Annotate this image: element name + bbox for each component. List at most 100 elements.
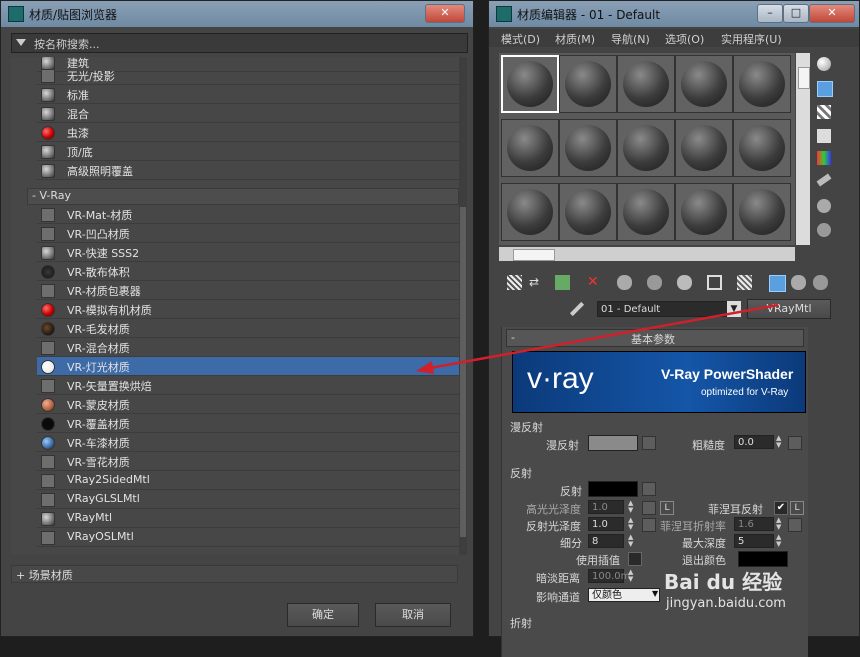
list-item[interactable]: VRayMtl [37, 509, 461, 528]
material-id-icon[interactable] [707, 275, 722, 290]
reset-map-icon[interactable]: ✕ [587, 275, 602, 290]
minimize-button[interactable]: – [757, 4, 783, 23]
sample-type-icon[interactable] [817, 57, 831, 71]
close-button[interactable]: ✕ [425, 4, 465, 23]
select-by-material-icon[interactable] [817, 223, 831, 237]
make-unique-icon[interactable] [647, 275, 662, 290]
eyedropper-icon[interactable] [569, 301, 585, 317]
hilight-lock-button[interactable]: L [660, 501, 674, 515]
chevron-down-icon[interactable]: ▼ [652, 589, 658, 598]
fresnel-ior-map-button[interactable] [788, 518, 802, 532]
sample-slot[interactable] [617, 183, 675, 241]
menu-material[interactable]: 材质(M) [555, 31, 595, 47]
list-item[interactable]: VR-蒙皮材质 [37, 395, 461, 414]
list-item[interactable]: VR-模拟有机材质 [37, 300, 461, 319]
dim-dist-spinner[interactable]: ▲ ▼ [628, 569, 636, 583]
list-item[interactable]: 顶/底 [37, 142, 461, 161]
cancel-button[interactable]: 取消 [375, 603, 451, 627]
use-interp-checkbox[interactable] [628, 552, 642, 566]
sample-slot[interactable] [733, 119, 791, 177]
assign-to-selection-icon[interactable] [555, 275, 570, 290]
diffuse-map-button[interactable] [642, 436, 656, 450]
put-to-library-icon[interactable] [677, 275, 692, 290]
sample-slot[interactable] [675, 183, 733, 241]
list-item[interactable]: VRayGLSLMtl [37, 490, 461, 509]
go-forward-icon[interactable] [813, 275, 828, 290]
list-item[interactable]: VRayOSLMtl [37, 528, 461, 547]
go-to-parent-icon[interactable] [791, 275, 806, 290]
max-depth-spinner[interactable]: ▲ ▼ [776, 534, 784, 548]
list-item[interactable]: VR-覆盖材质 [37, 414, 461, 433]
list-item[interactable]: VR-矢量置换烘焙 [37, 376, 461, 395]
roughness-spinner[interactable]: ▲ ▼ [776, 435, 784, 449]
hilight-gloss-map-button[interactable] [642, 501, 656, 515]
refl-gloss-field[interactable]: 1.0 [588, 517, 624, 531]
sample-slot[interactable] [675, 119, 733, 177]
menu-navigation[interactable]: 导航(N) [611, 31, 650, 47]
list-item[interactable]: VRay2SidedMtl [37, 471, 461, 490]
sample-slot[interactable] [501, 183, 559, 241]
hilight-gloss-spinner[interactable]: ▲ ▼ [628, 500, 636, 514]
vray-group-header[interactable]: - V-Ray [27, 188, 459, 205]
dim-dist-field[interactable]: 100.0m [588, 569, 630, 583]
show-end-result-icon[interactable] [769, 275, 786, 292]
list-item[interactable]: VR-Mat-材质 [37, 205, 461, 224]
close-button[interactable]: ✕ [809, 4, 855, 23]
subdivs-spinner[interactable]: ▲ ▼ [628, 534, 636, 548]
sample-slot[interactable] [617, 55, 675, 113]
copy-material-icon[interactable] [617, 275, 632, 290]
hilight-gloss-field[interactable]: 1.0 [588, 500, 624, 514]
refl-gloss-map-button[interactable] [642, 518, 656, 532]
refl-gloss-spinner[interactable]: ▲ ▼ [628, 517, 636, 531]
list-item[interactable]: VR-毛发材质 [37, 319, 461, 338]
backlight-icon[interactable] [817, 81, 833, 97]
get-material-icon[interactable] [507, 275, 522, 290]
exit-color-swatch[interactable] [738, 551, 788, 567]
uv-tiling-icon[interactable] [817, 129, 831, 143]
sample-slot[interactable] [617, 119, 675, 177]
list-item[interactable]: VR-快速 SSS2 [37, 243, 461, 262]
list-item-selected[interactable]: VR-灯光材质 [37, 357, 461, 376]
roughness-field[interactable]: 0.0 [734, 435, 774, 449]
sample-slot[interactable] [501, 55, 559, 113]
list-item[interactable]: 标准 [37, 85, 461, 104]
diffuse-color-swatch[interactable] [588, 435, 638, 451]
scene-materials-group[interactable]: + 场景材质 [11, 565, 458, 583]
reflect-map-button[interactable] [642, 482, 656, 496]
scrollbar-thumb[interactable] [513, 249, 555, 261]
list-item[interactable]: VR-车漆材质 [37, 433, 461, 452]
affect-channels-dropdown[interactable]: 仅颜色 [588, 588, 660, 602]
sample-slot[interactable] [733, 183, 791, 241]
background-icon[interactable] [817, 105, 831, 119]
scrollbar-thumb[interactable] [798, 67, 810, 89]
ok-button[interactable]: 确定 [287, 603, 359, 627]
list-item[interactable]: VR-凹凸材质 [37, 224, 461, 243]
sample-slot[interactable] [559, 183, 617, 241]
menu-options[interactable]: 选项(O) [665, 31, 704, 47]
show-shaded-icon[interactable] [737, 275, 752, 290]
list-item[interactable]: VR-材质包裹器 [37, 281, 461, 300]
sample-slot[interactable] [675, 55, 733, 113]
sample-slot[interactable] [733, 55, 791, 113]
list-item[interactable]: 高级照明覆盖 [37, 161, 461, 180]
list-item[interactable]: VR-混合材质 [37, 338, 461, 357]
sample-slot[interactable] [501, 119, 559, 177]
rollout-header[interactable]: - 基本参数 [506, 329, 804, 347]
slots-vscrollbar[interactable] [796, 53, 810, 245]
list-item[interactable]: VR-散布体积 [37, 262, 461, 281]
subdivs-field[interactable]: 8 [588, 534, 624, 548]
list-item[interactable]: 混合 [37, 104, 461, 123]
max-depth-field[interactable]: 5 [734, 534, 774, 548]
fresnel-checkbox[interactable]: ✔ [774, 501, 788, 515]
list-item[interactable]: 无光/投影 [37, 66, 461, 85]
list-item[interactable]: VR-雪花材质 [37, 452, 461, 471]
make-preview-icon[interactable] [816, 173, 832, 187]
sample-slot[interactable] [559, 55, 617, 113]
roughness-map-button[interactable] [788, 436, 802, 450]
fresnel-ior-spinner[interactable]: ▲ ▼ [776, 517, 784, 531]
options-icon[interactable] [817, 199, 831, 213]
menu-mode[interactable]: 模式(D) [501, 31, 540, 47]
video-color-check-icon[interactable] [817, 151, 831, 165]
reflect-color-swatch[interactable] [588, 481, 638, 497]
material-name-dropdown-icon[interactable]: ▼ [727, 301, 741, 317]
